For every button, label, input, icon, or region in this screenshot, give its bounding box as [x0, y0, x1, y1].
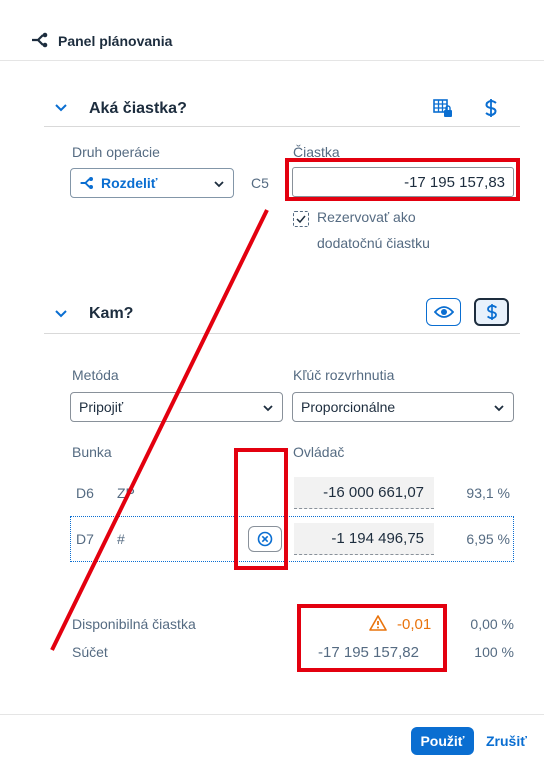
cancel-button[interactable]: Zrušiť — [486, 733, 527, 749]
apply-button[interactable]: Použiť — [411, 727, 474, 755]
footer-divider — [0, 714, 544, 715]
annotation-line — [50, 209, 269, 651]
